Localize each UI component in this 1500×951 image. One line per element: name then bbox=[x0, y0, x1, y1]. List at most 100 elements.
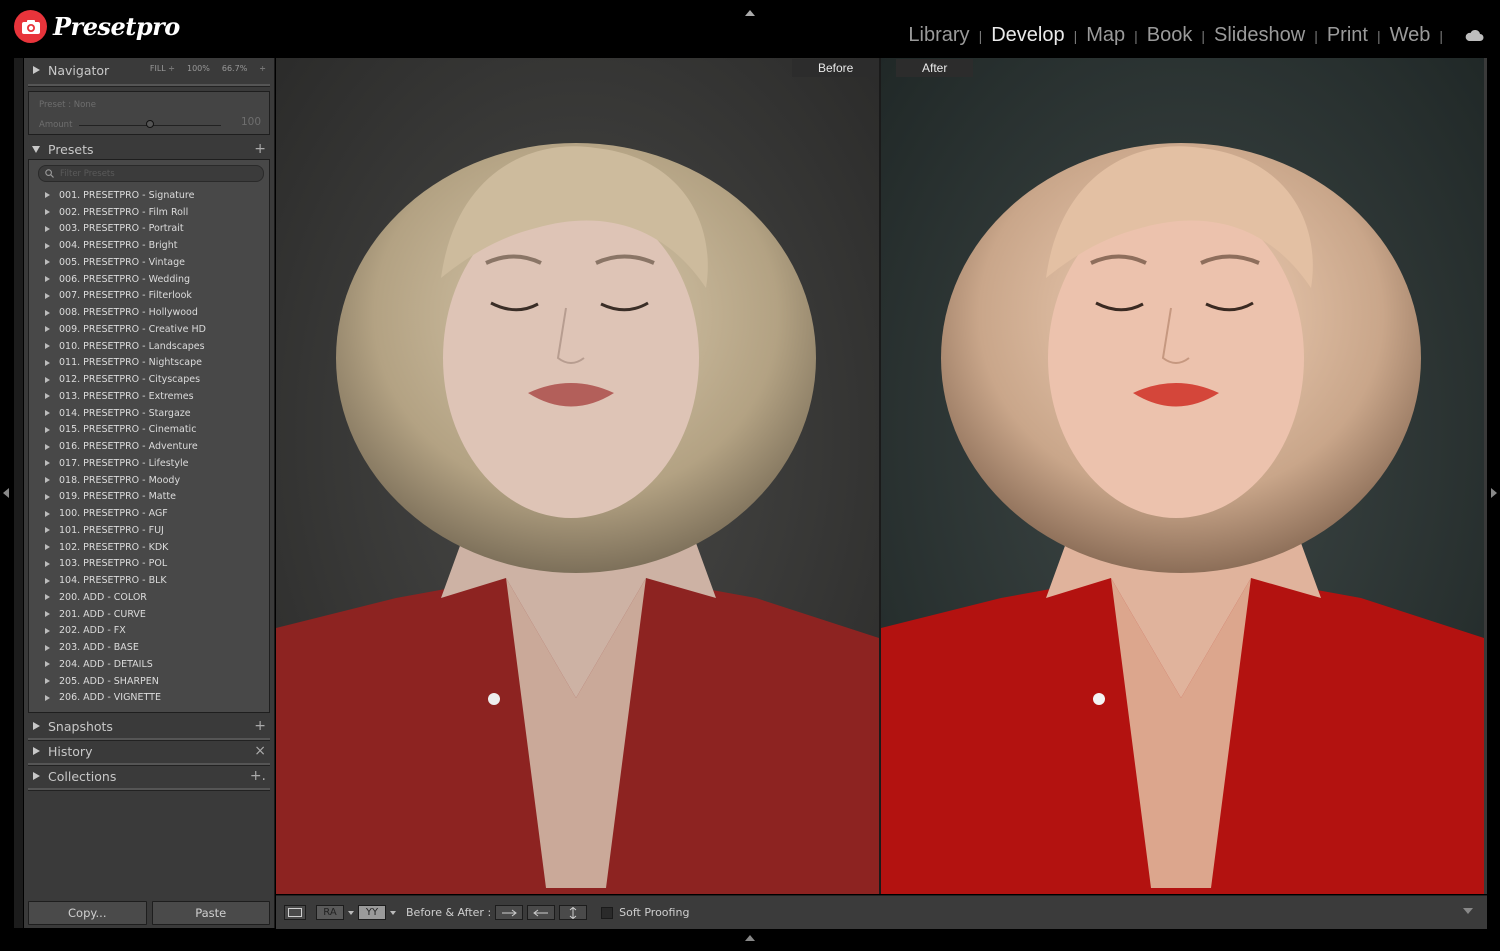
presets-header[interactable]: Presets + bbox=[24, 137, 274, 161]
preset-folder-item[interactable]: 103. PRESETPRO - POL bbox=[29, 556, 269, 573]
expand-triangle-icon bbox=[45, 460, 50, 467]
amount-value[interactable]: 100 bbox=[241, 116, 261, 128]
copy-button[interactable]: Copy... bbox=[28, 901, 147, 925]
preset-folder-item[interactable]: 204. ADD - DETAILS bbox=[29, 656, 269, 673]
expand-triangle-icon bbox=[45, 410, 50, 417]
preset-folder-label: 010. PRESETPRO - Landscapes bbox=[59, 340, 205, 352]
preset-folder-item[interactable]: 203. ADD - BASE bbox=[29, 639, 269, 656]
preset-folder-item[interactable]: 010. PRESETPRO - Landscapes bbox=[29, 338, 269, 355]
preset-folder-item[interactable]: 100. PRESETPRO - AGF bbox=[29, 505, 269, 522]
swap-before-after-button[interactable] bbox=[559, 905, 588, 920]
module-slideshow[interactable]: Slideshow bbox=[1214, 24, 1305, 47]
preset-folder-label: 007. PRESETPRO - Filterlook bbox=[59, 290, 192, 302]
preset-folder-item[interactable]: 205. ADD - SHARPEN bbox=[29, 673, 269, 690]
preset-folder-item[interactable]: 019. PRESETPRO - Matte bbox=[29, 489, 269, 506]
arrow-left-icon bbox=[533, 909, 549, 916]
preset-folder-label: 203. ADD - BASE bbox=[59, 642, 139, 654]
collections-header[interactable]: Collections +. bbox=[24, 764, 274, 788]
expand-filmstrip-icon[interactable] bbox=[745, 935, 755, 941]
snapshots-header[interactable]: Snapshots + bbox=[24, 714, 274, 738]
zoom-dropdown-arrow[interactable]: ÷ bbox=[259, 64, 266, 73]
preset-folder-label: 006. PRESETPRO - Wedding bbox=[59, 273, 191, 285]
preset-folder-item[interactable]: 012. PRESETPRO - Cityscapes bbox=[29, 371, 269, 388]
preset-folder-item[interactable]: 101. PRESETPRO - FUJ bbox=[29, 522, 269, 539]
preset-folder-item[interactable]: 017. PRESETPRO - Lifestyle bbox=[29, 455, 269, 472]
soft-proofing-checkbox[interactable] bbox=[601, 906, 614, 919]
preset-folder-item[interactable]: 013. PRESETPRO - Extremes bbox=[29, 388, 269, 405]
snapshots-title: Snapshots bbox=[48, 718, 113, 734]
preset-folder-item[interactable]: 004. PRESETPRO - Bright bbox=[29, 237, 269, 254]
zoom-100-option[interactable]: 100% bbox=[187, 64, 210, 73]
zoom-fill-option[interactable]: FILL ÷ bbox=[150, 64, 175, 73]
navigator-header[interactable]: Navigator FILL ÷ 100% 66.7% ÷ bbox=[24, 58, 274, 82]
copy-after-to-before-button[interactable] bbox=[527, 905, 556, 920]
add-snapshot-icon[interactable]: + bbox=[254, 718, 266, 734]
cloud-sync-icon[interactable] bbox=[1464, 29, 1484, 42]
toolbar-content-menu-icon[interactable] bbox=[1463, 908, 1473, 914]
module-map[interactable]: Map bbox=[1086, 24, 1125, 47]
preset-folder-item[interactable]: 006. PRESETPRO - Wedding bbox=[29, 271, 269, 288]
zoom-667-option[interactable]: 66.7% bbox=[222, 64, 247, 73]
add-preset-icon[interactable]: + bbox=[254, 141, 266, 157]
preset-status: Preset : None bbox=[39, 100, 96, 110]
collapse-top-panel-icon[interactable] bbox=[745, 10, 755, 16]
collapse-left-panel-icon[interactable] bbox=[3, 488, 9, 498]
module-web[interactable]: Web bbox=[1390, 24, 1431, 47]
expand-triangle-icon bbox=[45, 192, 50, 199]
expand-triangle-icon bbox=[33, 747, 40, 755]
preset-folder-item[interactable]: 003. PRESETPRO - Portrait bbox=[29, 221, 269, 238]
chevron-down-icon[interactable] bbox=[390, 910, 396, 915]
search-icon bbox=[45, 169, 54, 178]
preset-folder-item[interactable]: 008. PRESETPRO - Hollywood bbox=[29, 304, 269, 321]
filter-presets-input[interactable]: Filter Presets bbox=[38, 165, 264, 182]
preset-folder-item[interactable]: 016. PRESETPRO - Adventure bbox=[29, 438, 269, 455]
paste-button[interactable]: Paste bbox=[151, 901, 270, 925]
preset-folder-label: 204. ADD - DETAILS bbox=[59, 658, 153, 670]
expand-right-panel-icon[interactable] bbox=[1491, 488, 1497, 498]
soft-proofing-label[interactable]: Soft Proofing bbox=[619, 906, 689, 919]
preset-folder-item[interactable]: 104. PRESETPRO - BLK bbox=[29, 572, 269, 589]
preset-folder-label: 002. PRESETPRO - Film Roll bbox=[59, 206, 189, 218]
expand-triangle-icon bbox=[45, 309, 50, 316]
preset-folder-item[interactable]: 018. PRESETPRO - Moody bbox=[29, 472, 269, 489]
before-photo[interactable] bbox=[276, 58, 879, 894]
expand-triangle-icon bbox=[45, 661, 50, 668]
preset-folder-label: 016. PRESETPRO - Adventure bbox=[59, 441, 198, 453]
preset-amount-box: Preset : None Amount 100 bbox=[28, 91, 270, 135]
before-after-left-right-button[interactable]: RA bbox=[316, 905, 344, 920]
expand-triangle-icon bbox=[45, 292, 50, 299]
preset-folder-item[interactable]: 011. PRESETPRO - Nightscape bbox=[29, 355, 269, 372]
module-book[interactable]: Book bbox=[1147, 24, 1193, 47]
preset-folder-item[interactable]: 102. PRESETPRO - KDK bbox=[29, 539, 269, 556]
preset-folder-item[interactable]: 014. PRESETPRO - Stargaze bbox=[29, 405, 269, 422]
top-bar: Presetpro Library | Develop | Map | Book | Slide… bbox=[0, 0, 1500, 56]
preset-folder-item[interactable]: 206. ADD - VIGNETTE bbox=[29, 690, 269, 707]
add-collection-icon[interactable]: +. bbox=[250, 768, 266, 784]
preset-folder-item[interactable]: 015. PRESETPRO - Cinematic bbox=[29, 422, 269, 439]
preset-folder-item[interactable]: 009. PRESETPRO - Creative HD bbox=[29, 321, 269, 338]
preset-folder-item[interactable]: 007. PRESETPRO - Filterlook bbox=[29, 288, 269, 305]
clear-history-icon[interactable]: × bbox=[254, 743, 266, 759]
preset-folder-label: 009. PRESETPRO - Creative HD bbox=[59, 323, 206, 335]
history-header[interactable]: History × bbox=[24, 739, 274, 763]
expand-triangle-icon bbox=[45, 560, 50, 567]
module-library[interactable]: Library bbox=[908, 24, 969, 47]
preset-folder-item[interactable]: 200. ADD - COLOR bbox=[29, 589, 269, 606]
before-after-top-bottom-button[interactable]: YY bbox=[358, 905, 386, 920]
module-develop[interactable]: Develop bbox=[991, 24, 1064, 47]
filter-placeholder: Filter Presets bbox=[60, 168, 115, 179]
preset-folder-item[interactable]: 001. PRESETPRO - Signature bbox=[29, 187, 269, 204]
after-photo[interactable] bbox=[881, 58, 1484, 894]
preset-folder-item[interactable]: 202. ADD - FX bbox=[29, 623, 269, 640]
preset-folder-item[interactable]: 005. PRESETPRO - Vintage bbox=[29, 254, 269, 271]
chevron-down-icon[interactable] bbox=[348, 910, 354, 915]
preset-folder-label: 013. PRESETPRO - Extremes bbox=[59, 390, 194, 402]
expand-triangle-icon bbox=[45, 426, 50, 433]
copy-before-to-after-button[interactable] bbox=[495, 905, 524, 920]
preset-folder-item[interactable]: 002. PRESETPRO - Film Roll bbox=[29, 204, 269, 221]
module-separator: | bbox=[1134, 27, 1138, 44]
amount-slider-thumb[interactable] bbox=[146, 120, 154, 128]
module-print[interactable]: Print bbox=[1327, 24, 1368, 47]
preset-folder-item[interactable]: 201. ADD - CURVE bbox=[29, 606, 269, 623]
loupe-view-button[interactable] bbox=[284, 905, 306, 920]
